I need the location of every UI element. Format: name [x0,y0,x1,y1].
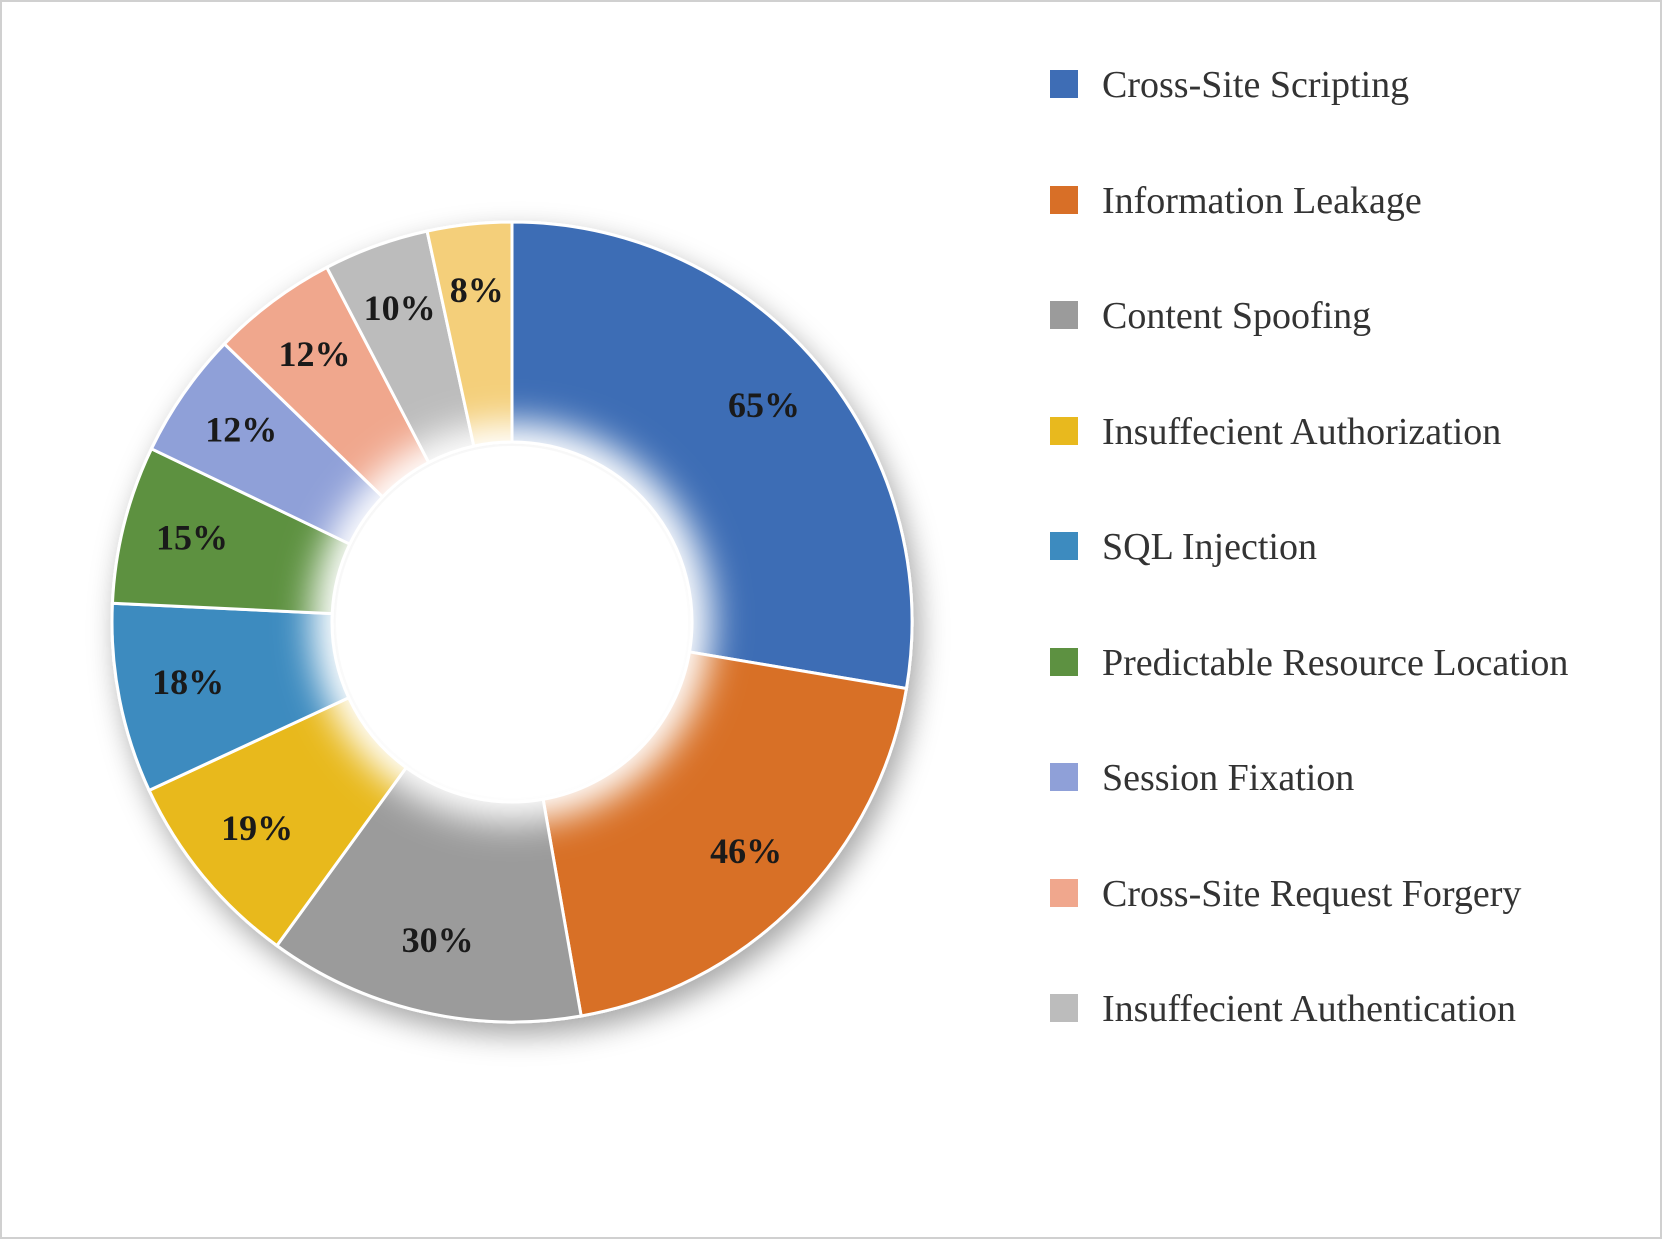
chart-frame: 65% 46% 30% 19% 18% 15% 12%12% 10% 8% Cross-Site… [0,0,1662,1239]
legend-swatch [1050,70,1078,98]
legend-label: Content Spoofing [1102,293,1610,341]
slice-label: 65% [728,385,800,425]
slice-label: 12% [205,410,277,450]
legend-swatch [1050,879,1078,907]
legend-label: Cross-Site Request Forgery [1102,871,1610,919]
legend-item: Content Spoofing [1050,293,1610,341]
legend-swatch [1050,648,1078,676]
legend-label: Insuffecient Authorization [1102,409,1610,457]
legend-item: Cross-Site Request Forgery [1050,871,1610,919]
slice-label: 46% [710,831,782,871]
legend: Cross-Site Scripting Information Leakage C… [1050,62,1610,1102]
legend-item: Cross-Site Scripting [1050,62,1610,110]
legend-label: SQL Injection [1102,524,1610,572]
legend-swatch [1050,301,1078,329]
legend-swatch [1050,532,1078,560]
slice-label: 15% [156,517,228,557]
legend-item: Session Fixation [1050,755,1610,803]
legend-label: Cross-Site Scripting [1102,62,1610,110]
legend-item: Predictable Resource Location [1050,640,1610,688]
legend-item: Insuffecient Authorization [1050,409,1610,457]
legend-item: Insuffecient Authentication [1050,986,1610,1034]
slice-label: 18% [152,662,224,702]
donut-chart: 65% 46% 30% 19% 18% 15% 12%12% 10% 8% [62,102,962,1102]
slice-label: 12% [278,334,350,374]
legend-item: SQL Injection [1050,524,1610,572]
legend-label: Insuffecient Authentication [1102,986,1610,1034]
slice-label: 30% [402,920,474,960]
slice-label: 8% [450,270,504,310]
legend-label: Predictable Resource Location [1102,640,1610,688]
slice-label: 19% [221,808,293,848]
legend-item: Information Leakage [1050,178,1610,226]
legend-swatch [1050,417,1078,445]
slice-label: 10% [364,288,436,328]
legend-label: Information Leakage [1102,178,1610,226]
legend-swatch [1050,994,1078,1022]
legend-swatch [1050,186,1078,214]
donut-hole [336,446,688,798]
legend-swatch [1050,763,1078,791]
legend-label: Session Fixation [1102,755,1610,803]
